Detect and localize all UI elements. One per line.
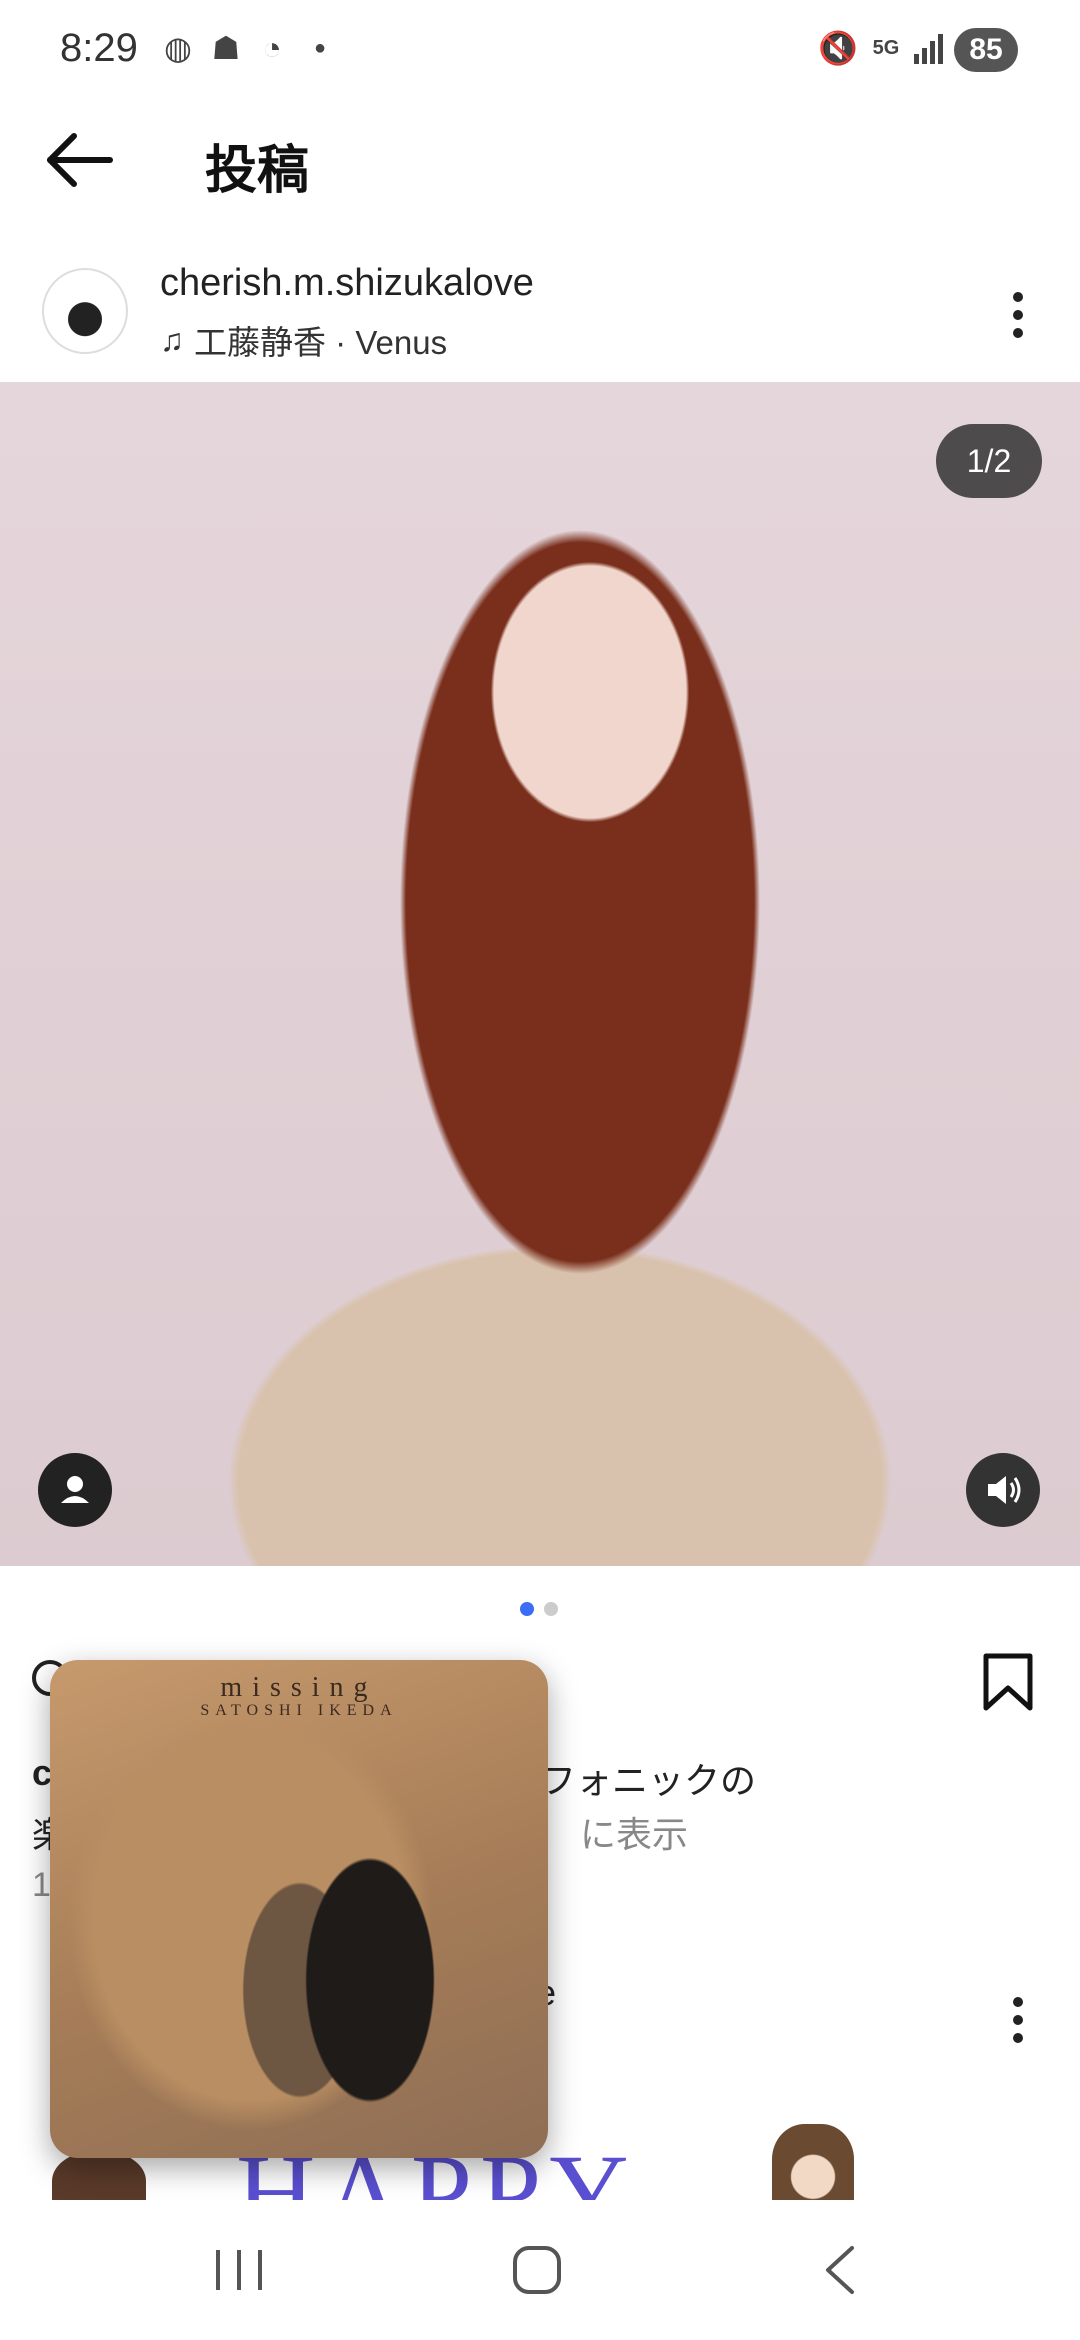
battery-indicator: 85	[954, 28, 1018, 72]
more-options-button[interactable]	[1000, 285, 1036, 345]
music-link[interactable]: ♫ 工藤静香 · Venus	[160, 316, 447, 364]
status-bar: 8:29 ◍ ☗ ◔ ● 🔇 5G 85	[0, 0, 1080, 100]
sound-toggle-button[interactable]	[966, 1453, 1040, 1527]
bookmark-button[interactable]	[982, 1652, 1034, 1712]
back-nav-button[interactable]	[806, 2240, 876, 2300]
page-title: 投稿	[205, 142, 310, 200]
status-time: 8:29	[60, 26, 138, 70]
avatar[interactable]	[42, 268, 128, 354]
app-notification-icon: ☗	[211, 30, 241, 66]
caption-text: フォニックの	[540, 1760, 757, 1801]
home-button[interactable]	[502, 2240, 572, 2300]
network-5g-icon: 5G	[872, 37, 900, 59]
tagged-users-button[interactable]	[38, 1453, 112, 1527]
more-vert-icon	[1013, 292, 1023, 338]
music-label: 工藤静香 · Venus	[194, 324, 448, 361]
carousel-dot-active	[520, 1602, 534, 1616]
album-artist: SATOSHI IKEDA	[200, 1702, 398, 1719]
globe-icon: ◍	[164, 30, 192, 66]
music-note-icon: ♫	[160, 321, 184, 358]
alarm-icon: ◔	[262, 30, 282, 66]
image-counter: 1/2	[936, 424, 1042, 498]
home-icon	[513, 2246, 561, 2294]
bookmark-icon	[983, 1653, 1033, 1711]
next-post-image-thumb-2[interactable]	[772, 2124, 854, 2212]
signal-icon	[910, 30, 946, 66]
music-album-pip[interactable]: missing SATOSHI IKEDA	[50, 1660, 548, 2158]
post-photo[interactable]	[0, 382, 1080, 1566]
chevron-left-icon	[826, 2246, 854, 2294]
post-date: 1	[32, 1866, 51, 1904]
recent-apps-icon	[216, 2250, 262, 2290]
volume-icon	[988, 1476, 1021, 1504]
arrow-left-icon	[47, 133, 113, 187]
recent-apps-button[interactable]	[204, 2240, 274, 2300]
back-button[interactable]	[40, 125, 120, 195]
person-icon	[61, 1476, 89, 1503]
next-post-more-button[interactable]	[1000, 1990, 1036, 2050]
carousel-dot	[544, 1602, 558, 1616]
caption-more-link[interactable]: に表示	[580, 1806, 688, 1858]
album-title: missing	[220, 1672, 378, 1703]
author-name[interactable]: cherish.m.shizukalove	[160, 262, 534, 305]
more-vert-icon	[1013, 1997, 1023, 2043]
mute-icon: 🔇	[818, 30, 858, 66]
carousel-dots	[520, 1602, 558, 1616]
dot-icon: ●	[313, 37, 327, 59]
